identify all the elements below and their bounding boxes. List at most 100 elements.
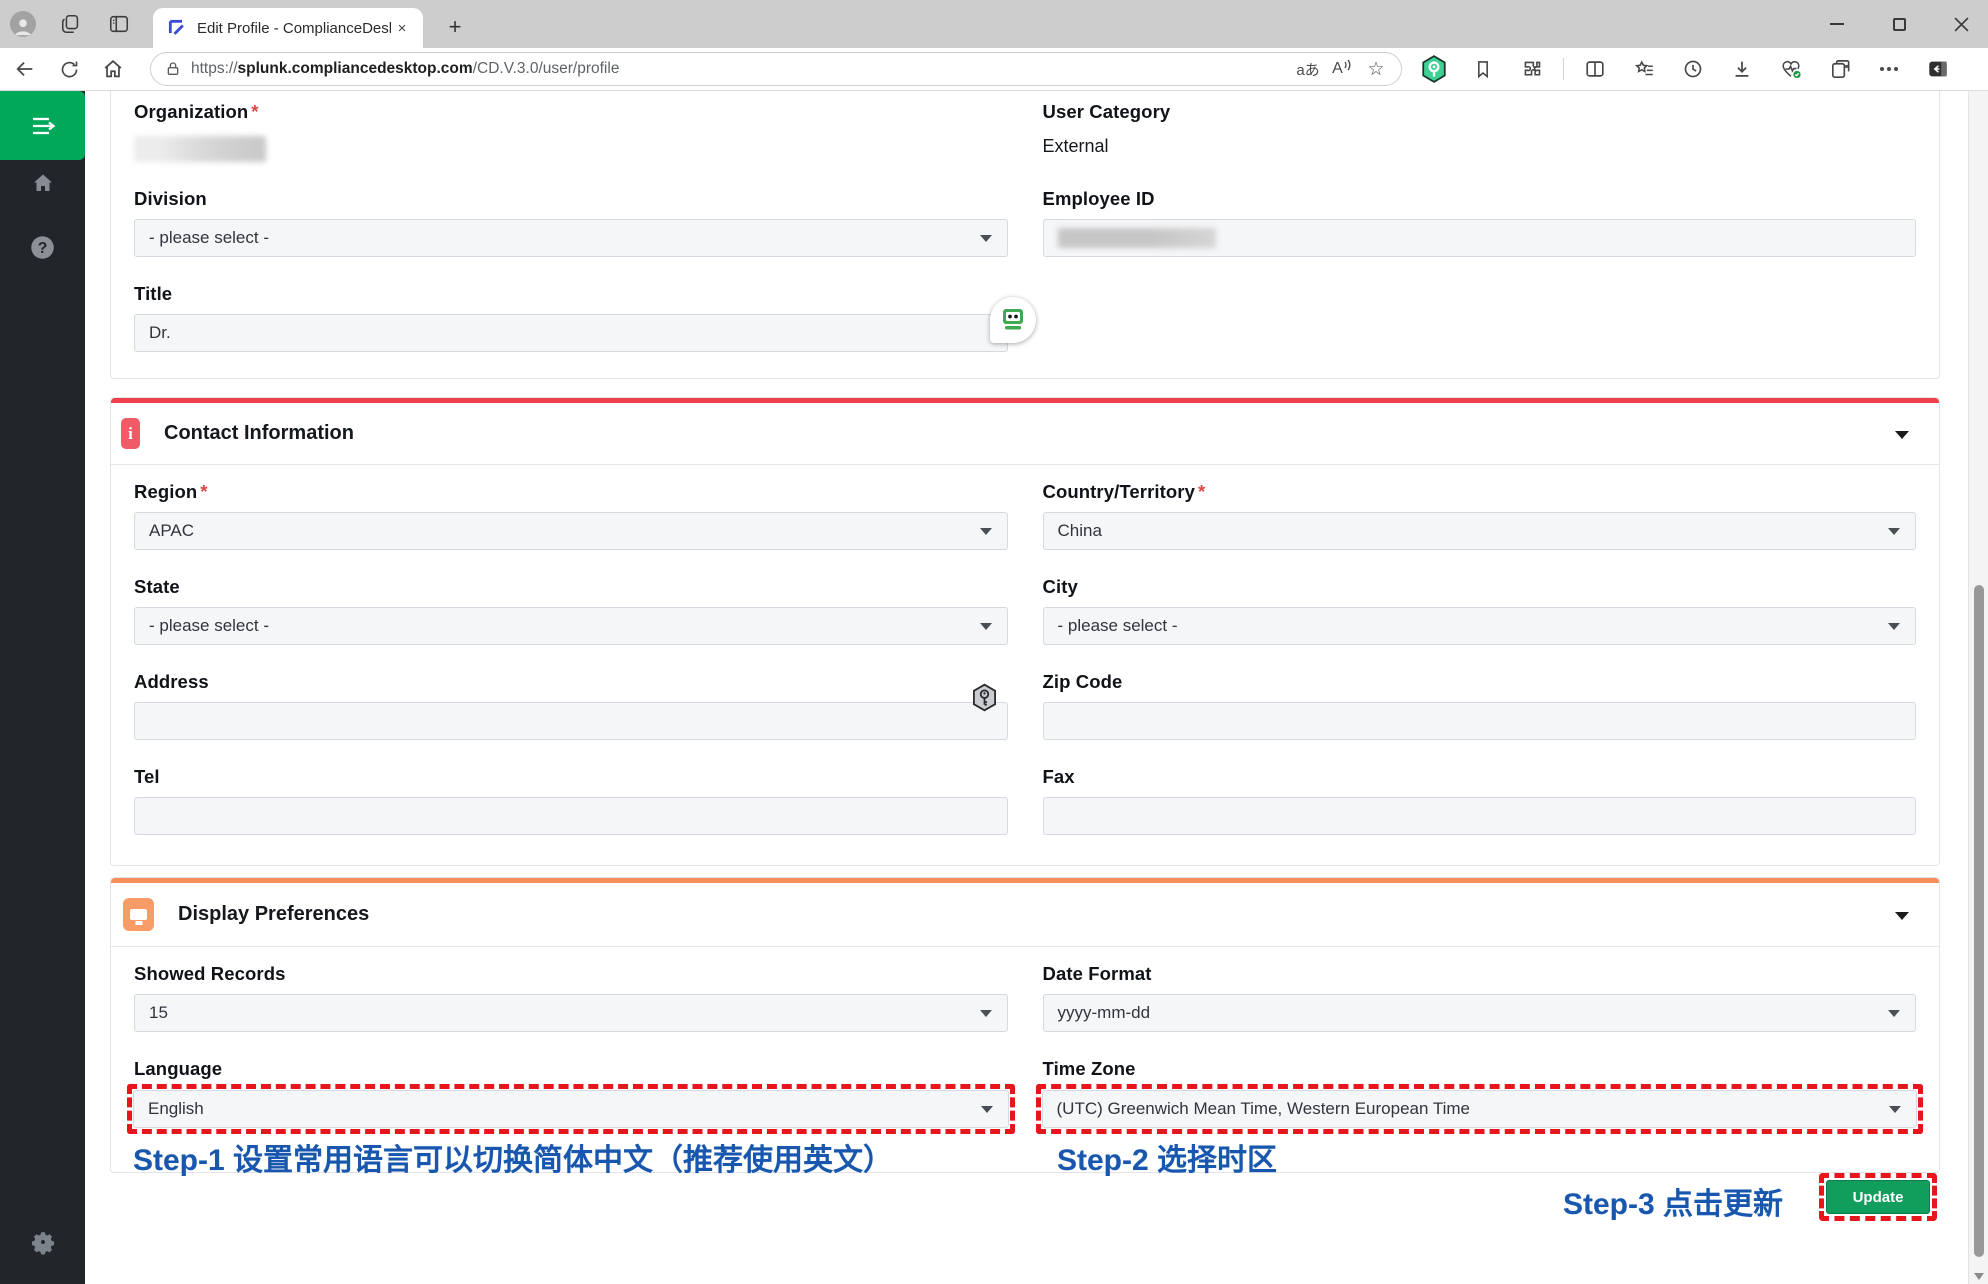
url-domain: splunk.compliancedesktop.com xyxy=(238,60,473,77)
collections-icon[interactable] xyxy=(1820,52,1860,86)
sidebar-settings-button[interactable] xyxy=(0,1229,85,1255)
toolbar-divider xyxy=(1563,58,1564,80)
tab-close-icon[interactable]: × xyxy=(391,17,413,39)
contact-section-header[interactable]: i Contact Information xyxy=(111,403,1939,464)
scrollbar-thumb[interactable] xyxy=(1974,585,1984,1257)
bookmark-icon[interactable] xyxy=(1463,52,1503,86)
language-select[interactable]: English xyxy=(133,1090,1009,1128)
division-label: Division xyxy=(134,188,1008,210)
dropdown-caret-icon xyxy=(980,528,992,535)
step3-annotation: Step-3 点击更新 xyxy=(1563,1179,1783,1223)
tel-input[interactable] xyxy=(134,797,1008,835)
update-highlight-box: Update xyxy=(1819,1173,1937,1221)
address-bar[interactable]: https://splunk.compliancedesktop.com/CD.… xyxy=(150,52,1402,86)
language-highlight-box: English xyxy=(127,1084,1015,1134)
tel-label: Tel xyxy=(134,766,1008,788)
url-text[interactable]: https://splunk.compliancedesktop.com/CD.… xyxy=(191,60,1291,78)
date-format-label: Date Format xyxy=(1043,963,1917,985)
timezone-highlight-box: (UTC) Greenwich Mean Time, Western Europ… xyxy=(1036,1084,1924,1134)
translate-icon[interactable]: aあ xyxy=(1291,55,1325,83)
roboform-autofill-icon[interactable] xyxy=(990,297,1036,343)
new-tab-button[interactable]: + xyxy=(440,12,470,42)
division-select[interactable]: - please select - xyxy=(134,219,1008,257)
country-label: Country/Territory* xyxy=(1043,481,1917,503)
region-label: Region* xyxy=(134,481,1008,503)
employee-id-field[interactable] xyxy=(1043,219,1917,257)
sidebar-help-button[interactable]: ? xyxy=(0,234,85,261)
browser-essentials-icon[interactable] xyxy=(1771,52,1811,86)
dropdown-caret-icon xyxy=(1888,623,1900,630)
favorite-star-icon[interactable]: ☆ xyxy=(1359,55,1393,83)
url-path: /CD.V.3.0/user/profile xyxy=(473,60,620,77)
window-maximize-button[interactable] xyxy=(1886,11,1912,37)
robot-icon xyxy=(999,307,1027,333)
compliancedesktop-favicon xyxy=(167,18,187,38)
country-select[interactable]: China xyxy=(1043,512,1917,550)
sidebar-home-button[interactable] xyxy=(0,171,85,195)
dropdown-caret-icon xyxy=(1889,1106,1901,1113)
favorites-icon[interactable] xyxy=(1624,52,1664,86)
state-select[interactable]: - please select - xyxy=(134,607,1008,645)
organization-value-redacted xyxy=(134,136,266,162)
language-label: Language xyxy=(134,1058,1008,1080)
address-input[interactable] xyxy=(134,702,1008,740)
monitor-icon xyxy=(123,898,154,931)
contact-information-card: i Contact Information Region* APAC Count… xyxy=(110,397,1940,866)
window-minimize-button[interactable] xyxy=(1824,11,1850,37)
profile-avatar[interactable] xyxy=(10,11,36,37)
url-scheme: https:// xyxy=(191,60,238,77)
zip-code-input[interactable] xyxy=(1043,702,1917,740)
employee-id-value-redacted xyxy=(1058,228,1216,248)
home-icon xyxy=(30,171,56,195)
roboform-key-icon[interactable] xyxy=(971,683,998,717)
showed-records-select[interactable]: 15 xyxy=(134,994,1008,1032)
browser-tab[interactable]: Edit Profile - ComplianceDesktop × xyxy=(153,8,423,48)
date-format-select[interactable]: yyyy-mm-dd xyxy=(1043,994,1917,1032)
city-select[interactable]: - please select - xyxy=(1043,607,1917,645)
timezone-label: Time Zone xyxy=(1043,1058,1917,1080)
more-options-icon[interactable] xyxy=(1869,52,1909,86)
tab-title: Edit Profile - ComplianceDesktop xyxy=(197,20,391,37)
organization-label: Organization* xyxy=(134,101,1008,123)
user-category-value: External xyxy=(1043,136,1917,157)
extensions-puzzle-icon[interactable] xyxy=(1512,52,1552,86)
showed-records-label: Showed Records xyxy=(134,963,1008,985)
fax-input[interactable] xyxy=(1043,797,1917,835)
sidebar-menu-button[interactable] xyxy=(0,91,85,160)
title-label: Title xyxy=(134,283,1008,305)
refresh-button[interactable] xyxy=(50,52,88,86)
state-label: State xyxy=(134,576,1008,598)
dropdown-caret-icon xyxy=(980,623,992,630)
workspaces-icon[interactable] xyxy=(58,11,84,37)
collapse-chevron-icon[interactable] xyxy=(1895,431,1909,439)
back-button[interactable] xyxy=(6,52,44,86)
split-screen-icon[interactable] xyxy=(1575,52,1615,86)
info-icon: i xyxy=(121,418,140,449)
roboform-extension-icon[interactable] xyxy=(1414,52,1454,86)
city-label: City xyxy=(1043,576,1917,598)
downloads-icon[interactable] xyxy=(1722,52,1762,86)
update-button[interactable]: Update xyxy=(1826,1180,1930,1214)
browser-titlebar: Edit Profile - ComplianceDesktop × + xyxy=(0,0,1988,48)
title-input[interactable] xyxy=(134,314,1008,352)
home-button[interactable] xyxy=(94,52,132,86)
gear-icon xyxy=(30,1229,56,1255)
scrollbar-down-arrow[interactable] xyxy=(1974,1273,1984,1280)
copilot-sidebar-icon[interactable] xyxy=(1918,52,1958,86)
required-asterisk: * xyxy=(251,101,258,122)
region-select[interactable]: APAC xyxy=(134,512,1008,550)
dropdown-caret-icon xyxy=(1888,528,1900,535)
address-label: Address xyxy=(134,671,1008,693)
page-scrollbar[interactable] xyxy=(1968,91,1988,1284)
vertical-tabs-icon[interactable] xyxy=(106,11,132,37)
profile-section-card: Organization* User Category External Div… xyxy=(110,91,1940,379)
window-close-button[interactable] xyxy=(1948,11,1974,37)
hamburger-menu-icon xyxy=(28,113,58,139)
person-icon xyxy=(12,15,34,37)
collapse-chevron-icon[interactable] xyxy=(1895,912,1909,920)
display-section-header[interactable]: Display Preferences xyxy=(111,883,1939,946)
timezone-select[interactable]: (UTC) Greenwich Mean Time, Western Europ… xyxy=(1042,1090,1918,1128)
dropdown-caret-icon xyxy=(1888,1010,1900,1017)
read-aloud-icon[interactable]: A xyxy=(1325,55,1359,83)
history-icon[interactable] xyxy=(1673,52,1713,86)
